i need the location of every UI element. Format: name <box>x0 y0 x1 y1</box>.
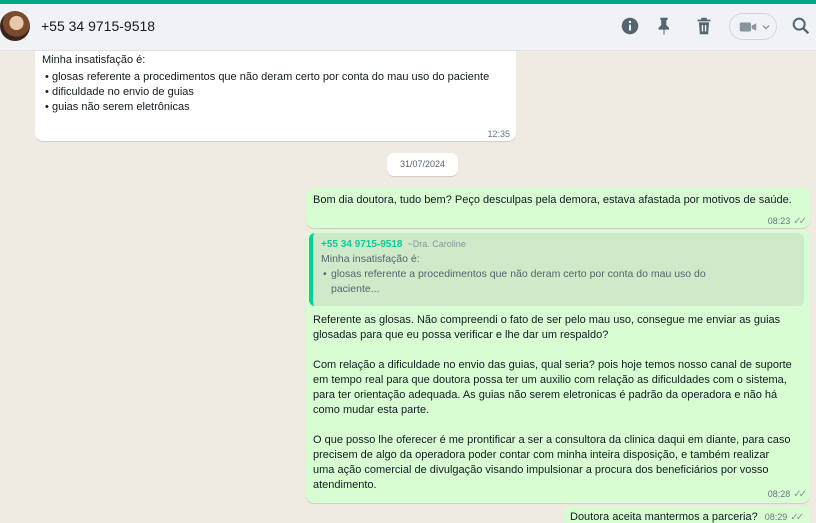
video-call-icon <box>739 20 757 34</box>
message-text: Bom dia doutora, tudo bem? Peço desculpa… <box>313 194 792 206</box>
quote-sender: +55 34 9715-9518 <box>321 239 403 250</box>
contact-name[interactable]: +55 34 9715-9518 <box>41 18 155 34</box>
quote-point: glosas referente a procedimentos que não… <box>331 268 706 295</box>
message-time: 08:28 <box>767 489 791 499</box>
info-icon[interactable] <box>619 15 641 37</box>
list-item: guias não serem eletrônicas <box>42 100 509 115</box>
bullet-icon: • <box>323 268 327 280</box>
message-meta: 08:29 ✓✓ <box>764 512 804 523</box>
quote-heading: Minha insatisfação é: <box>321 253 420 265</box>
message-meta: 08:28 ✓✓ <box>767 487 807 502</box>
list-item: dificuldade no envio de guias <box>42 85 509 100</box>
incoming-message[interactable]: Minha insatisfação é: glosas referente a… <box>35 51 516 141</box>
double-check-icon: ✓✓ <box>793 489 807 500</box>
list-item: glosas referente a procedimentos que não… <box>42 70 509 85</box>
message-time: 08:23 <box>767 216 791 226</box>
date-divider: 31/07/2024 <box>387 153 458 176</box>
quoted-message[interactable]: +55 34 9715-9518 ~Dra. Caroline Minha ins… <box>309 233 804 306</box>
chat-area: Minha insatisfação é: glosas referente a… <box>0 51 816 523</box>
message-paragraph: Com relação a dificuldade no envio das g… <box>313 359 792 416</box>
double-check-icon: ✓✓ <box>790 512 804 523</box>
outgoing-reply-message[interactable]: +55 34 9715-9518 ~Dra. Caroline Minha ins… <box>306 230 810 503</box>
outgoing-message[interactable]: Doutora aceita mantermos a parceria? 08:… <box>563 506 810 523</box>
message-paragraph: Referente as glosas. Não compreendi o fa… <box>313 314 781 341</box>
double-check-icon: ✓✓ <box>793 216 807 227</box>
message-text: Doutora aceita mantermos a parceria? <box>570 511 758 523</box>
search-icon[interactable] <box>790 15 812 37</box>
quote-sender-name: ~Dra. Caroline <box>407 239 466 249</box>
message-time: 08:29 <box>764 512 788 522</box>
chevron-down-icon <box>762 20 770 32</box>
quote-point-row: • glosas referente a procedimentos que n… <box>321 267 796 297</box>
contact-avatar[interactable] <box>0 11 30 41</box>
message-body: Referente as glosas. Não compreendi o fa… <box>313 313 793 493</box>
chat-header: +55 34 9715-9518 <box>0 4 816 51</box>
message-heading: Minha insatisfação é: <box>42 54 146 66</box>
message-paragraph: O que posso lhe oferecer é me prontifica… <box>313 434 791 491</box>
pin-icon[interactable] <box>653 15 675 37</box>
message-list: glosas referente a procedimentos que não… <box>42 70 509 115</box>
outgoing-message[interactable]: Bom dia doutora, tudo bem? Peço desculpa… <box>306 188 810 228</box>
video-call-button[interactable] <box>729 13 777 40</box>
trash-icon[interactable] <box>693 15 715 37</box>
message-meta: 08:23 ✓✓ <box>767 214 807 229</box>
message-time: 12:35 <box>487 129 510 139</box>
